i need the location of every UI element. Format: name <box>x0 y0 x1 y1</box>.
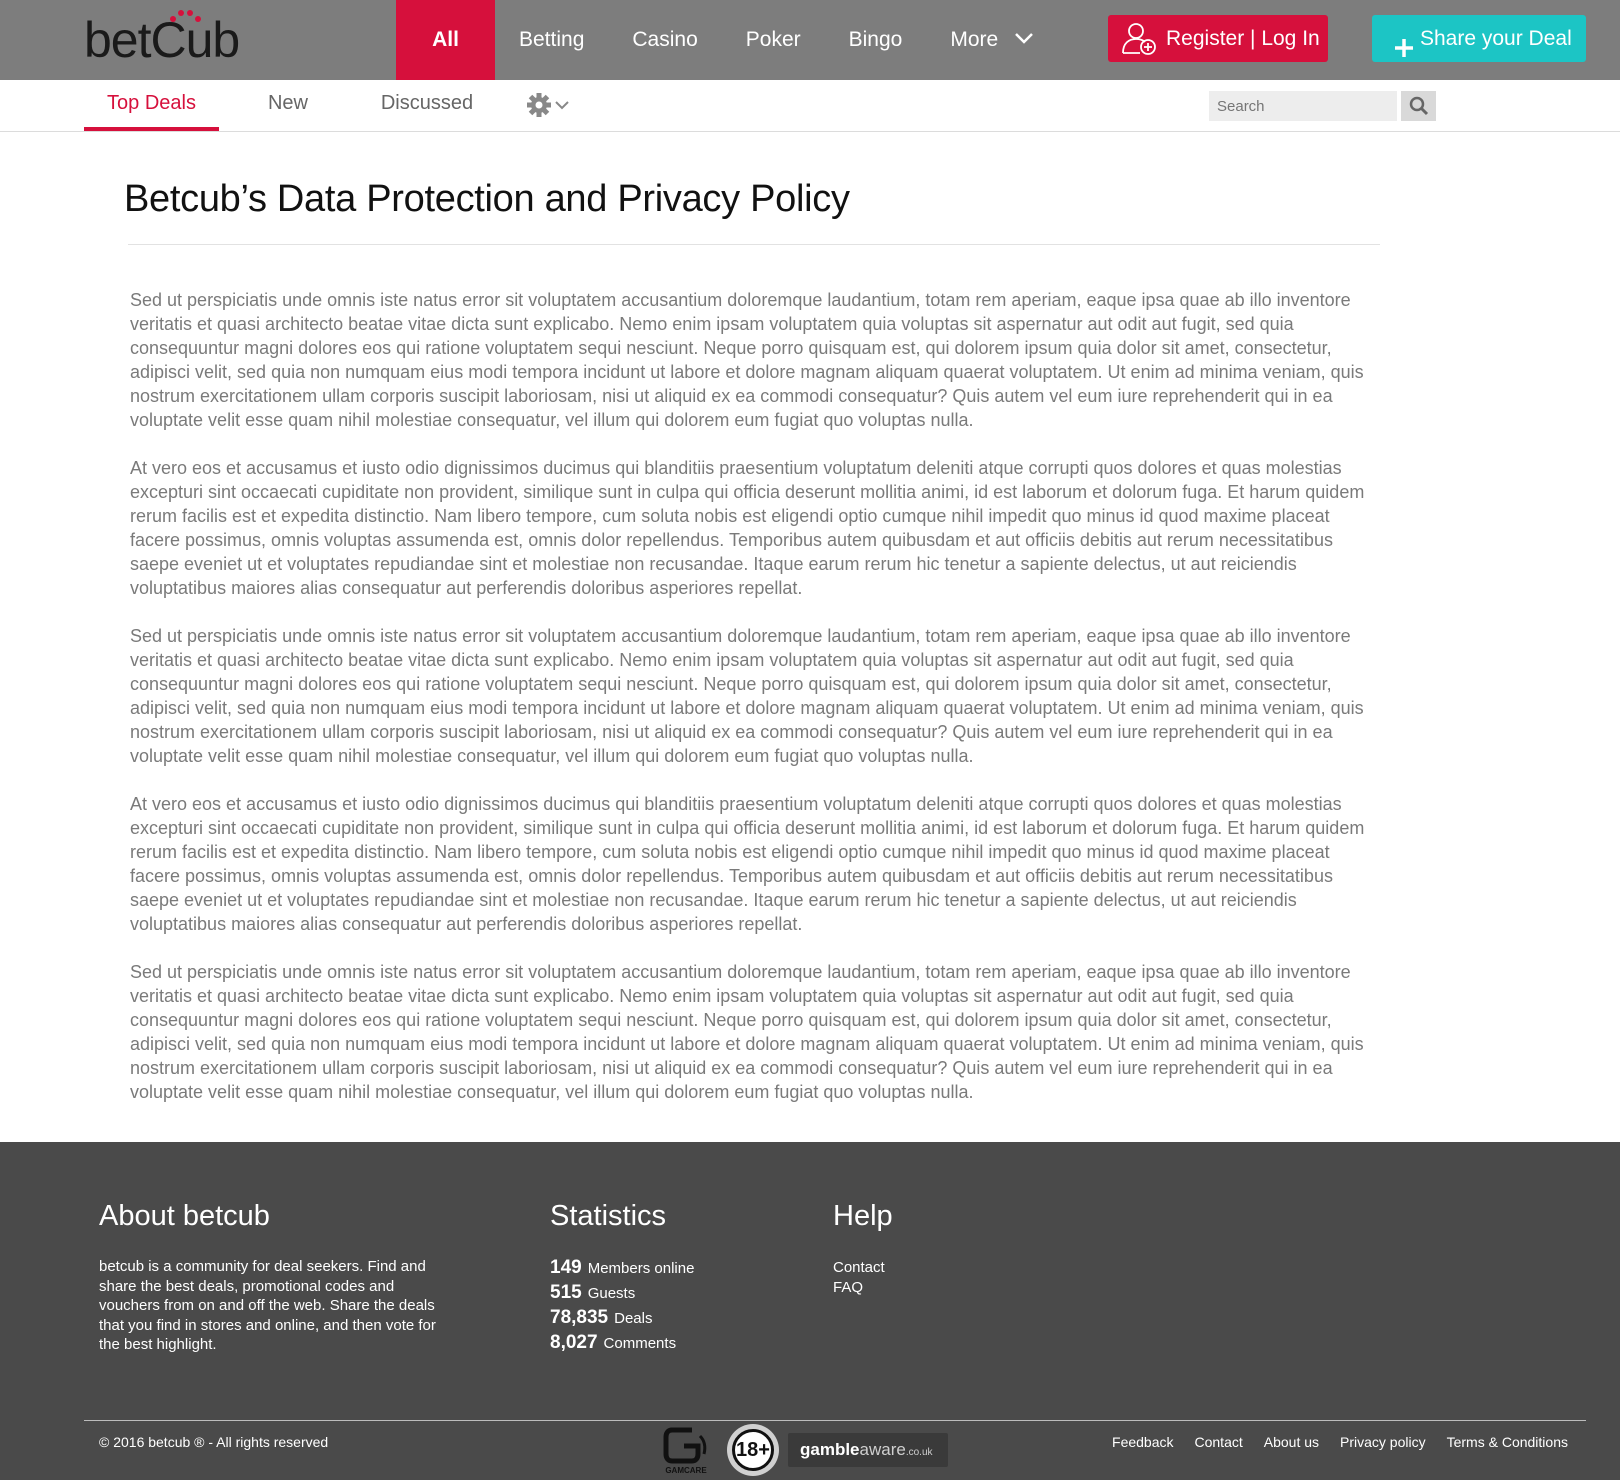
policy-paragraph: Sed ut perspiciatis unde omnis iste natu… <box>130 962 1364 1102</box>
policy-paragraph: At vero eos et accusamus et iusto odio d… <box>130 458 1365 598</box>
nav-more[interactable]: More <box>926 0 1058 80</box>
footer-contact-link[interactable]: Contact <box>1195 1434 1243 1450</box>
help-contact-link[interactable]: Contact <box>833 1258 885 1278</box>
logo-text: betCub <box>84 12 240 68</box>
footer-terms-link[interactable]: Terms & Conditions <box>1447 1434 1568 1450</box>
footer-feedback-link[interactable]: Feedback <box>1112 1434 1173 1450</box>
nav-betting[interactable]: Betting <box>495 0 608 80</box>
register-login-button[interactable]: Register | Log In <box>1108 15 1328 62</box>
sub-nav: Top Deals New Discussed <box>0 80 1620 132</box>
stat-comments: 8,027 Comments <box>550 1332 677 1353</box>
nav-all[interactable]: All <box>396 0 495 80</box>
gear-icon <box>527 93 569 117</box>
footer-help-links: Contact FAQ <box>833 1258 885 1298</box>
title-divider <box>128 244 1380 245</box>
stat-deals: 78,835 Deals <box>550 1307 653 1328</box>
age-18-badge: 18+ <box>727 1424 779 1476</box>
tab-top-deals[interactable]: Top Deals <box>84 80 219 131</box>
footer-about-title: About betcub <box>99 1200 270 1232</box>
help-faq-link[interactable]: FAQ <box>833 1278 885 1298</box>
footer-privacy-link[interactable]: Privacy policy <box>1340 1434 1426 1450</box>
policy-content: Sed ut perspiciatis unde omnis iste natu… <box>130 288 1370 1128</box>
betcub-logo[interactable]: betCub <box>84 10 240 68</box>
footer-links: Feedback Contact About us Privacy policy… <box>1112 1434 1568 1450</box>
chevron-down-icon <box>1014 0 1034 78</box>
share-deal-label: Share your Deal <box>1420 27 1572 50</box>
footer-help-title: Help <box>833 1200 893 1232</box>
gamcare-logo[interactable]: GAMCARE <box>662 1424 710 1476</box>
share-deal-button[interactable]: Share your Deal <box>1372 15 1586 62</box>
search-input[interactable] <box>1209 91 1397 121</box>
stat-guests: 515 Guests <box>550 1282 636 1303</box>
copyright: © 2016 betcub ® - All rights reserved <box>99 1434 329 1450</box>
footer-divider <box>84 1420 1586 1421</box>
policy-paragraph: At vero eos et accusamus et iusto odio d… <box>130 794 1365 934</box>
search-icon <box>1409 96 1429 116</box>
user-plus-icon <box>1120 21 1158 72</box>
search-button[interactable] <box>1401 91 1436 121</box>
stat-members-online: 149 Members online <box>550 1257 695 1278</box>
top-header: betCub All Betting Casino Poker Bingo Mo… <box>0 0 1620 80</box>
plus-icon <box>1394 28 1414 75</box>
settings-dropdown[interactable] <box>527 92 573 123</box>
site-footer: About betcub betcub is a community for d… <box>0 1142 1620 1480</box>
nav-bingo[interactable]: Bingo <box>825 0 927 80</box>
policy-paragraph: Sed ut perspiciatis unde omnis iste natu… <box>130 626 1364 766</box>
footer-statistics-title: Statistics <box>550 1200 667 1232</box>
gamcare-icon <box>663 1427 707 1464</box>
tab-new[interactable]: New <box>252 80 324 131</box>
nav-more-label: More <box>950 28 999 51</box>
nav-casino[interactable]: Casino <box>608 0 721 80</box>
footer-about-link[interactable]: About us <box>1264 1434 1319 1450</box>
register-login-label: Register | Log In <box>1166 27 1320 50</box>
tab-discussed[interactable]: Discussed <box>372 80 482 131</box>
nav-poker[interactable]: Poker <box>722 0 825 80</box>
policy-paragraph: Sed ut perspiciatis unde omnis iste natu… <box>130 290 1364 430</box>
gambleaware-logo[interactable]: gambleaware.co.uk <box>788 1433 948 1467</box>
footer-statistics: 149 Members online 515 Guests 78,835 Deals … <box>550 1256 694 1356</box>
footer-about-text: betcub is a community for deal seekers. … <box>99 1258 436 1353</box>
page-title: Betcub’s Data Protection and Privacy Pol… <box>124 178 850 220</box>
main-nav: All Betting Casino Poker Bingo More <box>396 0 1058 80</box>
